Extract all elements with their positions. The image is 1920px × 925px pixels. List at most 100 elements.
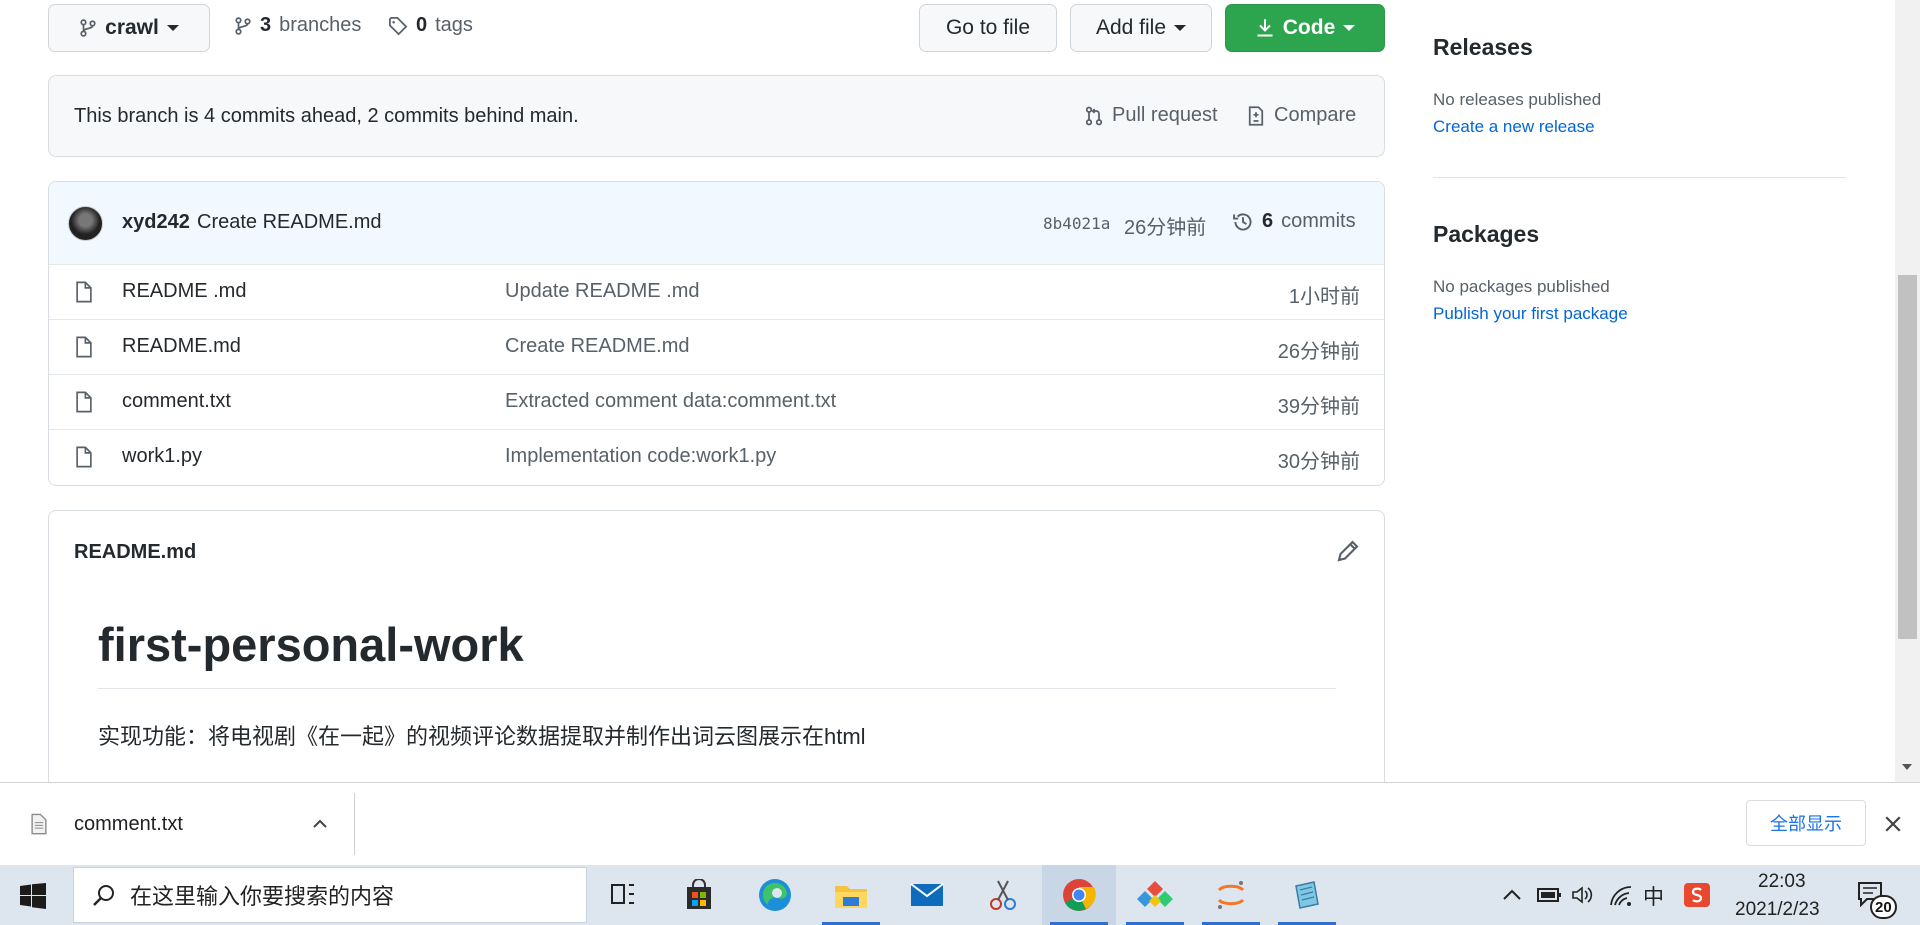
latest-commit-row: xyd242 Create README.md 8b4021a 26分钟前 6 … [49, 182, 1384, 264]
file-commit-time: 39分钟前 [1277, 396, 1360, 418]
download-divider [354, 793, 355, 855]
file-explorer-icon[interactable] [814, 865, 888, 925]
pull-request-label: Pull request [1112, 104, 1218, 126]
wifi-icon[interactable] [1609, 885, 1633, 907]
store-icon[interactable] [662, 865, 736, 925]
file-commit-message[interactable]: Extracted comment data:comment.txt [505, 390, 836, 413]
tags-link[interactable]: 0 tags [388, 14, 473, 37]
chevron-down-icon [166, 25, 179, 31]
packages-text: No packages published [1433, 277, 1610, 296]
input-method-indicator[interactable]: 中 [1643, 881, 1664, 911]
edit-readme-button[interactable] [1336, 539, 1360, 563]
readme-heading: first-personal-work [98, 618, 524, 671]
snipping-tool-icon[interactable] [966, 865, 1040, 925]
go-to-file-button[interactable]: Go to file [919, 4, 1057, 52]
clock-date[interactable]: 2021/2/23 [1735, 899, 1820, 921]
chevron-up-icon[interactable] [1502, 887, 1522, 901]
battery-icon[interactable] [1537, 885, 1563, 905]
releases-title[interactable]: Releases [1433, 34, 1533, 61]
branch-icon [79, 18, 97, 38]
chevron-down-icon [1343, 25, 1356, 31]
file-row: README.md Create README.md 26分钟前 [49, 319, 1384, 374]
tags-label: tags [435, 14, 473, 36]
file-row: README .md Update README .md 1小时前 [49, 264, 1384, 319]
document-icon [30, 813, 48, 835]
code-label: Code [1282, 16, 1336, 39]
readme-filename: README.md [74, 541, 197, 563]
download-file-name: comment.txt [74, 813, 183, 835]
volume-icon[interactable] [1571, 885, 1595, 905]
branch-select-button[interactable]: crawl [48, 4, 210, 52]
commits-count: 6 [1262, 210, 1274, 232]
readme-box: README.md first-personal-work 实现功能：将电视剧《… [48, 510, 1385, 800]
windows-taskbar: 在这里输入你要搜索的内容 中 22:03 2021/2/23 20 [0, 865, 1920, 925]
pull-request-link[interactable]: Pull request [1084, 104, 1218, 127]
tag-icon [388, 16, 408, 36]
file-name[interactable]: README .md [122, 280, 246, 303]
readme-body-text: 实现功能：将电视剧《在一起》的视频评论数据提取并制作出词云图展示在html [98, 724, 866, 749]
notification-badge: 20 [1870, 895, 1897, 919]
releases-text: No releases published [1433, 90, 1602, 109]
commit-sha[interactable]: 8b4021a [1043, 214, 1110, 233]
scrollbar-thumb[interactable] [1898, 275, 1917, 639]
file-commit-message[interactable]: Update README .md [505, 280, 700, 303]
file-icon [75, 391, 93, 413]
branch-name: crawl [105, 16, 159, 39]
jupyter-icon[interactable] [1194, 865, 1268, 925]
taskbar-search-box[interactable]: 在这里输入你要搜索的内容 [73, 867, 587, 923]
scrollbar-track[interactable] [1895, 0, 1920, 782]
file-list-box: xyd242 Create README.md 8b4021a 26分钟前 6 … [48, 181, 1385, 486]
edge-browser-icon[interactable] [738, 865, 812, 925]
file-commit-message[interactable]: Create README.md [505, 335, 690, 358]
compare-link[interactable]: Compare [1246, 104, 1356, 127]
file-name[interactable]: work1.py [122, 445, 202, 468]
tags-count: 0 [416, 14, 428, 36]
task-view-icon[interactable] [586, 865, 660, 925]
publish-package-link[interactable]: Publish your first package [1433, 304, 1628, 324]
sogou-input-icon[interactable] [1684, 883, 1710, 907]
download-icon [1255, 18, 1275, 38]
app-diamond-icon[interactable] [1118, 865, 1192, 925]
chevron-down-icon [1174, 25, 1187, 31]
readme-heading-divider [98, 688, 1336, 689]
branches-link[interactable]: 3 branches [234, 14, 361, 37]
chevron-up-icon[interactable] [312, 817, 328, 829]
file-commit-time: 26分钟前 [1277, 341, 1360, 363]
search-icon [92, 883, 116, 907]
clock-time[interactable]: 22:03 [1758, 871, 1806, 893]
chrome-icon[interactable] [1042, 865, 1116, 925]
avatar[interactable] [68, 206, 103, 241]
go-to-file-label: Go to file [945, 16, 1031, 39]
file-row: comment.txt Extracted comment data:comme… [49, 374, 1384, 429]
branch-status-box: This branch is 4 commits ahead, 2 commit… [48, 75, 1385, 157]
download-bar: comment.txt 全部显示 [0, 782, 1920, 865]
mail-icon[interactable] [890, 865, 964, 925]
file-name[interactable]: README.md [122, 335, 241, 358]
add-file-label: Add file [1095, 16, 1167, 39]
create-release-link[interactable]: Create a new release [1433, 117, 1595, 137]
commit-author[interactable]: xyd242 [122, 211, 190, 234]
diff-icon [1246, 105, 1266, 127]
file-icon [75, 446, 93, 468]
download-item[interactable]: comment.txt [0, 783, 355, 865]
branch-icon [234, 16, 252, 36]
file-name[interactable]: comment.txt [122, 390, 231, 413]
commits-history-link[interactable]: 6 commits [1232, 210, 1356, 233]
taskbar-search-placeholder: 在这里输入你要搜索的内容 [130, 884, 395, 909]
file-commit-message[interactable]: Implementation code:work1.py [505, 445, 776, 468]
windows-start-icon[interactable] [20, 883, 46, 909]
show-all-button[interactable]: 全部显示 [1746, 800, 1866, 846]
add-file-button[interactable]: Add file [1070, 4, 1212, 52]
commit-message[interactable]: Create README.md [197, 211, 382, 234]
file-icon [75, 281, 93, 303]
notepad-icon[interactable] [1270, 865, 1344, 925]
packages-title[interactable]: Packages [1433, 221, 1539, 248]
scroll-down-arrow-icon[interactable] [1902, 764, 1912, 770]
branches-count: 3 [260, 14, 272, 36]
close-icon[interactable] [1884, 815, 1902, 833]
branch-status-text: This branch is 4 commits ahead, 2 commit… [74, 105, 579, 127]
commits-label: commits [1281, 210, 1356, 232]
file-commit-time: 30分钟前 [1277, 451, 1360, 473]
file-commit-time: 1小时前 [1288, 286, 1360, 308]
code-button[interactable]: Code [1225, 4, 1385, 52]
